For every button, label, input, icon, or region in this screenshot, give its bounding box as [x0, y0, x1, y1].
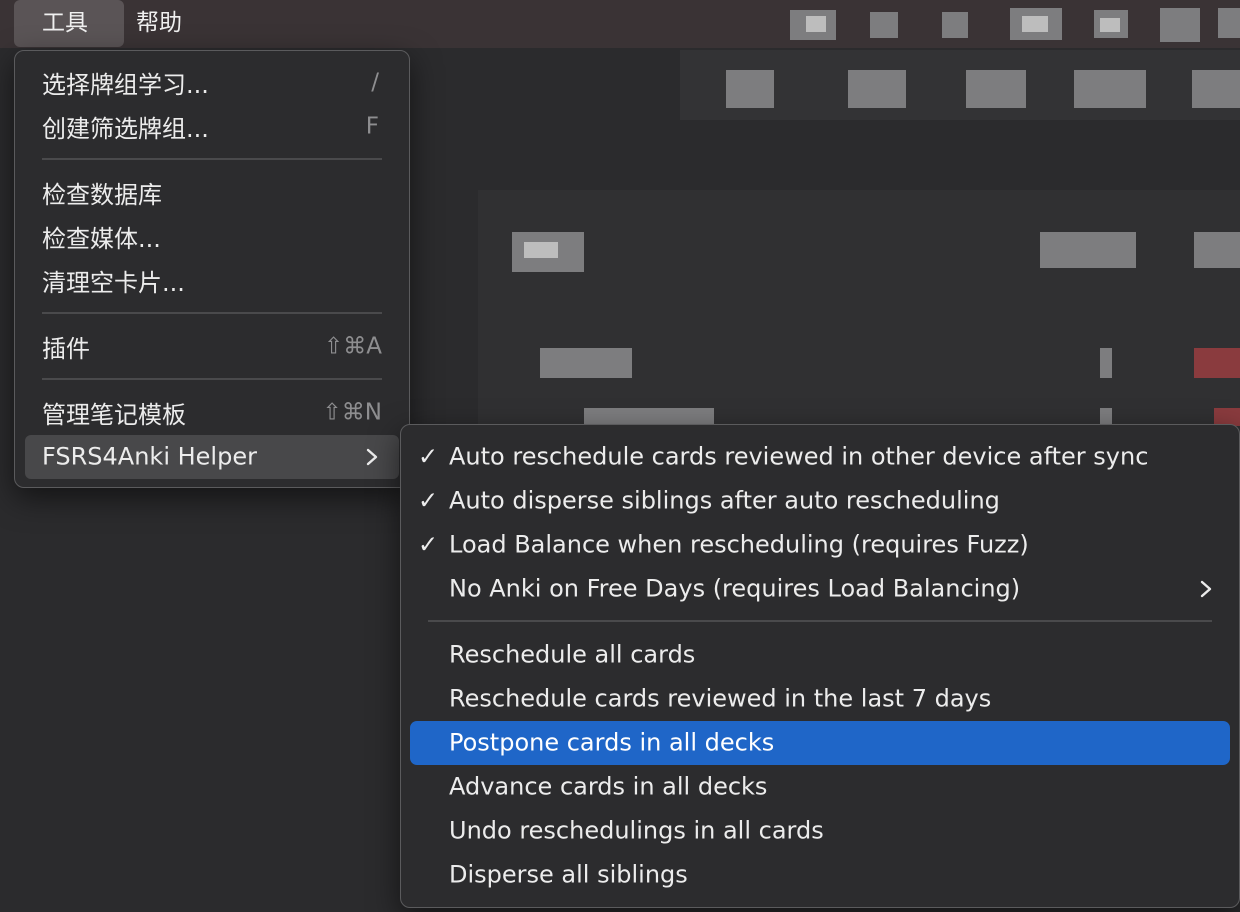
shortcut-label: /	[371, 69, 379, 96]
blurred-content	[870, 12, 898, 38]
blurred-deck-panel	[478, 190, 1240, 440]
menu-separator	[42, 158, 382, 160]
menu-item-label: Postpone cards in all decks	[449, 728, 775, 757]
menu-item-label: 管理笔记模板	[42, 400, 186, 429]
blurred-content	[1194, 232, 1240, 268]
blurred-content	[726, 70, 774, 108]
menu-item-addons[interactable]: 插件 ⇧⌘A	[15, 325, 409, 369]
menu-item-fsrs4anki-helper[interactable]: FSRS4Anki Helper	[15, 435, 409, 479]
blurred-content	[1194, 348, 1240, 378]
option-no-anki-free-days[interactable]: No Anki on Free Days (requires Load Bala…	[401, 567, 1239, 611]
menu-item-label: Disperse all siblings	[449, 860, 688, 889]
menubar-help-label: 帮助	[136, 10, 182, 36]
blurred-content	[848, 70, 906, 108]
menubar-tools-label: 工具	[42, 10, 88, 36]
menu-item-create-filtered-deck[interactable]: 创建筛选牌组... F	[15, 105, 409, 149]
checkmark-icon: ✓	[418, 486, 439, 515]
menu-item-label: Load Balance when rescheduling (requires…	[449, 530, 1029, 559]
blurred-content	[1022, 16, 1048, 32]
menu-item-label: Undo reschedulings in all cards	[449, 816, 824, 845]
shortcut-label: ⇧⌘N	[322, 399, 382, 426]
blurred-content	[524, 242, 558, 258]
action-reschedule-last-7-days[interactable]: Reschedule cards reviewed in the last 7 …	[401, 677, 1239, 721]
menu-separator	[42, 312, 382, 314]
menubar-help[interactable]: 帮助	[122, 0, 202, 48]
menu-item-check-media[interactable]: 检查媒体...	[15, 215, 409, 259]
menu-item-label: Reschedule cards reviewed in the last 7 …	[449, 684, 992, 713]
blurred-content	[1192, 70, 1240, 108]
action-disperse-all-siblings[interactable]: Disperse all siblings	[401, 853, 1239, 897]
blurred-content	[1074, 70, 1146, 108]
menu-bar: 工具 帮助	[0, 0, 1240, 48]
blurred-content	[1100, 18, 1120, 32]
shortcut-label: F	[365, 113, 379, 140]
blurred-content	[966, 70, 1026, 108]
action-advance-cards[interactable]: Advance cards in all decks	[401, 765, 1239, 809]
menu-item-label: 检查媒体...	[42, 224, 161, 253]
menubar-tools[interactable]: 工具	[14, 0, 124, 47]
menu-item-label: FSRS4Anki Helper	[42, 442, 257, 471]
action-undo-reschedulings[interactable]: Undo reschedulings in all cards	[401, 809, 1239, 853]
option-auto-disperse-siblings[interactable]: ✓ Auto disperse siblings after auto resc…	[401, 479, 1239, 523]
blurred-content	[806, 16, 826, 32]
option-auto-reschedule-after-sync[interactable]: ✓ Auto reschedule cards reviewed in othe…	[401, 435, 1239, 479]
action-postpone-cards[interactable]: Postpone cards in all decks	[401, 721, 1239, 765]
blurred-content	[1218, 8, 1240, 38]
menu-item-label: 创建筛选牌组...	[42, 114, 209, 143]
chevron-right-icon	[366, 448, 378, 466]
menu-item-label: 清理空卡片...	[42, 268, 185, 297]
menu-item-label: 选择牌组学习...	[42, 70, 209, 99]
checkmark-icon: ✓	[418, 442, 439, 471]
option-load-balance[interactable]: ✓ Load Balance when rescheduling (requir…	[401, 523, 1239, 567]
menu-item-check-database[interactable]: 检查数据库	[15, 171, 409, 215]
blurred-content	[540, 348, 632, 378]
blurred-content	[1160, 8, 1200, 42]
menu-item-label: Auto disperse siblings after auto resche…	[449, 486, 1000, 515]
menu-item-label: Auto reschedule cards reviewed in other …	[449, 442, 1149, 471]
menu-separator	[428, 620, 1212, 622]
menu-item-manage-note-types[interactable]: 管理笔记模板 ⇧⌘N	[15, 391, 409, 435]
menu-item-label: No Anki on Free Days (requires Load Bala…	[449, 574, 1021, 603]
menu-item-label: 检查数据库	[42, 180, 162, 209]
menu-separator	[42, 378, 382, 380]
tools-menu: 选择牌组学习... / 创建筛选牌组... F 检查数据库 检查媒体... 清理…	[14, 50, 410, 488]
action-reschedule-all-cards[interactable]: Reschedule all cards	[401, 633, 1239, 677]
menu-item-label: Reschedule all cards	[449, 640, 696, 669]
fsrs4anki-helper-submenu: ✓ Auto reschedule cards reviewed in othe…	[400, 424, 1240, 908]
menu-item-label: 插件	[42, 334, 90, 363]
menu-item-study-deck[interactable]: 选择牌组学习... /	[15, 61, 409, 105]
blurred-content	[1100, 348, 1112, 378]
blurred-content	[1040, 232, 1136, 268]
chevron-right-icon	[1200, 580, 1212, 598]
menu-item-empty-cards[interactable]: 清理空卡片...	[15, 259, 409, 303]
menu-item-label: Advance cards in all decks	[449, 772, 768, 801]
blurred-content	[942, 12, 968, 38]
shortcut-label: ⇧⌘A	[323, 333, 382, 360]
checkmark-icon: ✓	[418, 530, 439, 559]
